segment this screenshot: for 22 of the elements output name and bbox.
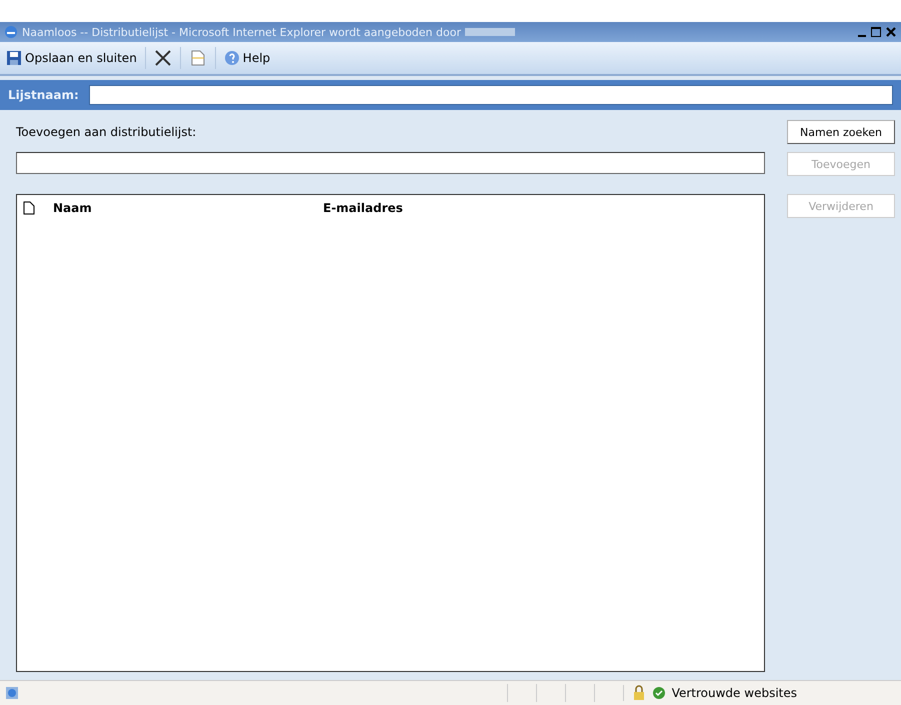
browser-icon: [4, 25, 18, 39]
list-name-label: Lijstnaam:: [8, 88, 79, 102]
help-button[interactable]: Help: [222, 48, 272, 68]
window-title: Naamloos -- Distributielijst - Microsoft Internet Explorer wordt aangeboden door: [22, 26, 461, 38]
list-name-field[interactable]: [88, 85, 893, 105]
close-icon[interactable]: [885, 26, 897, 38]
add-label: Toevoegen aan distributielijst:: [16, 125, 198, 139]
help-icon: [224, 50, 240, 66]
search-names-button[interactable]: Namen zoeken: [787, 120, 895, 144]
save-button[interactable]: Opslaan en sluiten: [4, 48, 139, 68]
column-header[interactable]: Naam: [53, 201, 92, 215]
column-header[interactable]: E-mailadres: [323, 201, 403, 215]
lock-icon: [632, 685, 646, 701]
security-zone-text: Vertrouwde websites: [672, 686, 797, 700]
add-name-field[interactable]: [16, 152, 765, 174]
page-icon: [4, 685, 20, 701]
check-circle-icon: [652, 686, 666, 700]
close-icon: [154, 49, 172, 67]
document-icon: [188, 49, 207, 67]
redacted-block: [465, 28, 515, 36]
document-icon: [23, 201, 35, 215]
maximize-icon[interactable]: [870, 26, 882, 38]
